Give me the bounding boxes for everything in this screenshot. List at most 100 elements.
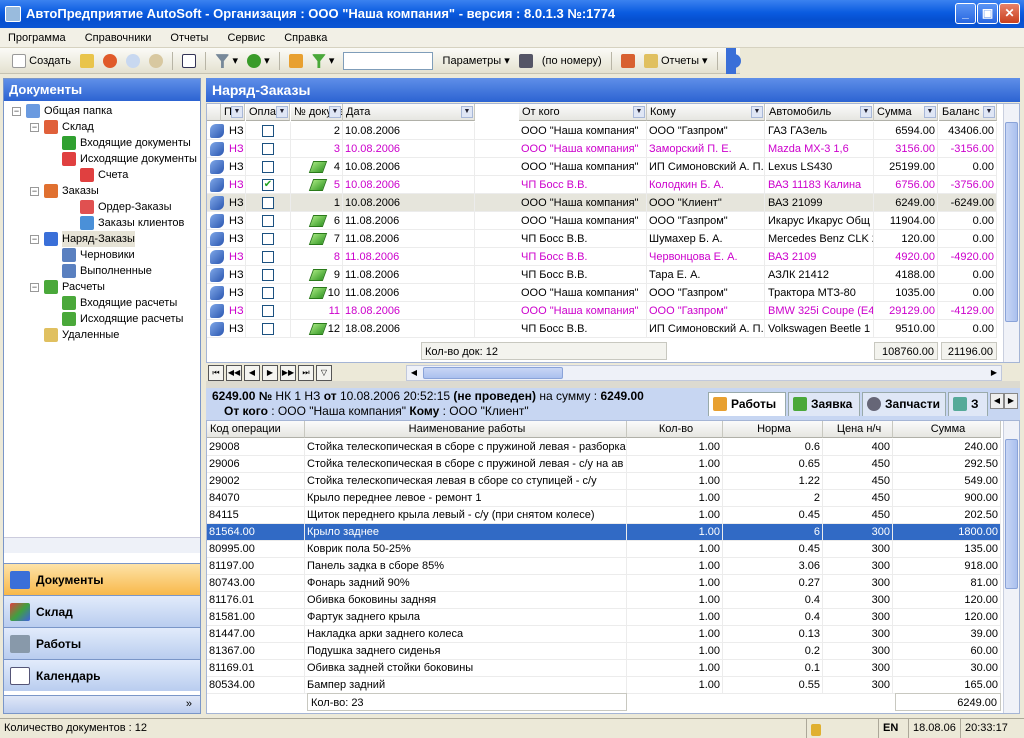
tab-works[interactable]: Работы [708,392,786,416]
order-row[interactable]: НЗ 1 10.08.2006 ООО "Наша компания" ООО "Кли… [207,194,997,212]
posted-checkbox[interactable] [262,233,274,245]
last-record-button[interactable]: ⏭ [298,365,314,381]
first-record-button[interactable]: ⏮ [208,365,224,381]
next-page-button[interactable]: ▶▶ [280,365,296,381]
orders-column-header[interactable]: Пр▼ [221,104,245,121]
order-row[interactable]: НЗ 9 11.08.2006 ЧП Босс В.В. Тара Е. А. АЗЛК … [207,266,997,284]
tree-node[interactable]: Входящие расчеты [4,295,200,311]
posted-checkbox[interactable]: ✔ [262,179,274,191]
orders-column-header[interactable]: От кого ▼ [519,104,647,121]
menu-program[interactable]: Программа [0,28,74,48]
tree-toggle[interactable]: − [30,123,39,132]
menu-directories[interactable]: Справочники [77,28,160,48]
order-row[interactable]: НЗ 7 11.08.2006 ЧП Босс В.В. Шумахер Б. А. Me… [207,230,997,248]
tree-node[interactable]: Входящие документы [4,135,200,151]
orders-column-header[interactable]: Баланс ▼ [939,104,997,121]
next-record-button[interactable]: ▶ [262,365,278,381]
chevron-down-icon[interactable]: ▼ [924,106,936,118]
posted-checkbox[interactable] [262,305,274,317]
works-column-header[interactable]: Норма [723,421,823,438]
order-row[interactable]: НЗ 2 10.08.2006 ООО "Наша компания" ООО "Газ… [207,122,997,140]
works-column-header[interactable]: Кол-во [627,421,723,438]
work-row[interactable]: 81447.00 Накладка арки заднего колеса 1.00… [207,626,1001,643]
work-row[interactable]: 81581.00 Фартук заднего крыла 1.00 0.4 300 12… [207,609,1001,626]
orders-column-header[interactable]: Сумма ▼ [874,104,938,121]
order-row[interactable]: НЗ 12 18.08.2006 ЧП Босс В.В. ИП Симоновский… [207,320,997,338]
orders-column-header[interactable]: № докуме ▼ [291,104,343,121]
work-row[interactable]: 81564.00 Крыло заднее 1.00 6 300 1800.00 [207,524,1001,541]
scroll-thumb[interactable] [1005,122,1018,322]
tree-horizontal-scrollbar[interactable] [4,537,200,553]
tree-node[interactable]: Исходящие расчеты [4,311,200,327]
orders-horizontal-scrollbar[interactable]: ◀ ▶ [406,365,1002,381]
work-row[interactable]: 81367.00 Подушка заднего сиденья 1.00 0.2 30… [207,643,1001,660]
work-row[interactable]: 29006 Стойка телескопическая в сборе с пр… [207,456,1001,473]
refresh-button[interactable]: ▾ [244,48,273,74]
tree-node[interactable]: − Заказы [4,183,200,199]
menu-service[interactable]: Сервис [220,28,274,48]
orders-column-header[interactable]: Автомобиль ▼ [766,104,874,121]
scroll-thumb[interactable] [1005,439,1018,589]
nav-warehouse[interactable]: Склад [4,595,200,627]
nav-works[interactable]: Работы [4,627,200,659]
find-next-button[interactable] [146,48,166,74]
chevron-down-icon[interactable]: ▼ [276,106,288,118]
chevron-down-icon[interactable]: ▼ [231,106,243,118]
create-button[interactable]: Создать [9,48,74,74]
check-button[interactable] [179,48,199,74]
tree-node[interactable]: Выполненные [4,263,200,279]
scroll-thumb[interactable] [423,367,563,379]
posted-checkbox[interactable] [262,287,274,299]
prev-record-button[interactable]: ◀ [244,365,260,381]
search-input[interactable] [343,52,434,71]
order-row[interactable]: НЗ 6 11.08.2006 ООО "Наша компания" ООО "Газ… [207,212,997,230]
tab-more[interactable]: З [948,392,988,416]
params-button[interactable]: Параметры ▾ [440,48,513,74]
order-row[interactable]: НЗ 3 10.08.2006 ООО "Наша компания" Заморски… [207,140,997,158]
filter-button[interactable]: ▾ [212,48,241,74]
prev-page-button[interactable]: ◀◀ [226,365,242,381]
tree-node[interactable]: Счета [4,167,200,183]
filter-button[interactable]: ▽ [316,365,332,381]
tab-request[interactable]: Заявка [788,392,860,416]
tabs-scroll-right[interactable]: ▶ [1004,393,1018,409]
work-row[interactable]: 81197.00 Панель задка в сборе 85% 1.00 3.06… [207,558,1001,575]
work-row[interactable]: 81169.01 Обивка задней стойки боковины 1.0… [207,660,1001,677]
tree-node[interactable]: − Наряд-Заказы [4,231,200,247]
order-row[interactable]: НЗ 8 11.08.2006 ЧП Босс В.В. Червонцова Е. А… [207,248,997,266]
works-column-header[interactable]: Цена н/ч [823,421,893,438]
posted-checkbox[interactable] [262,161,274,173]
minimize-button[interactable]: _ [955,3,976,24]
tree-toggle[interactable]: − [30,283,39,292]
posted-checkbox[interactable] [262,323,274,335]
write-button[interactable] [618,48,638,74]
work-row[interactable]: 80743.00 Фонарь задний 90% 1.00 0.27 300 81.0… [207,575,1001,592]
work-row[interactable]: 84070 Крыло переднее левое - ремонт 1 1.00… [207,490,1001,507]
work-row[interactable]: 80534.00 Бампер задний 1.00 0.55 300 165.00 [207,677,1001,694]
tab-parts[interactable]: Запчасти [862,392,946,416]
orders-vertical-scrollbar[interactable] [1003,104,1019,362]
filter-green-button[interactable]: ▾ [309,48,338,74]
splitter[interactable] [206,381,1020,388]
works-column-header[interactable]: Сумма [893,421,1001,438]
work-row[interactable]: 80995.00 Коврик пола 50-25% 1.00 0.45 300 135… [207,541,1001,558]
menu-help[interactable]: Справка [276,28,335,48]
orders-column-header[interactable]: Дата ▼ [343,104,475,121]
posted-checkbox[interactable] [262,197,274,209]
posted-checkbox[interactable] [262,143,274,155]
works-column-header[interactable]: Код операции [207,421,305,438]
tree-toggle[interactable]: − [30,235,39,244]
tree-node[interactable]: Заказы клиентов [4,215,200,231]
scroll-left-arrow[interactable]: ◀ [407,366,421,380]
work-row[interactable]: 29002 Стойка телескопическая левая в сбор… [207,473,1001,490]
order-row[interactable]: НЗ ✔ 5 10.08.2006 ЧП Босс В.В. Колодкин Б. А.… [207,176,997,194]
orders-column-header[interactable] [207,104,221,121]
works-vertical-scrollbar[interactable] [1003,421,1019,713]
posted-checkbox[interactable] [262,251,274,263]
tree-node[interactable]: Удаленные [4,327,200,343]
tree-node[interactable]: Исходящие документы [4,151,200,167]
tree-node[interactable]: − Склад [4,119,200,135]
tree-toggle[interactable]: − [12,107,21,116]
order-row[interactable]: НЗ 4 10.08.2006 ООО "Наша компания" ИП Симон… [207,158,997,176]
delete-button[interactable] [100,48,120,74]
